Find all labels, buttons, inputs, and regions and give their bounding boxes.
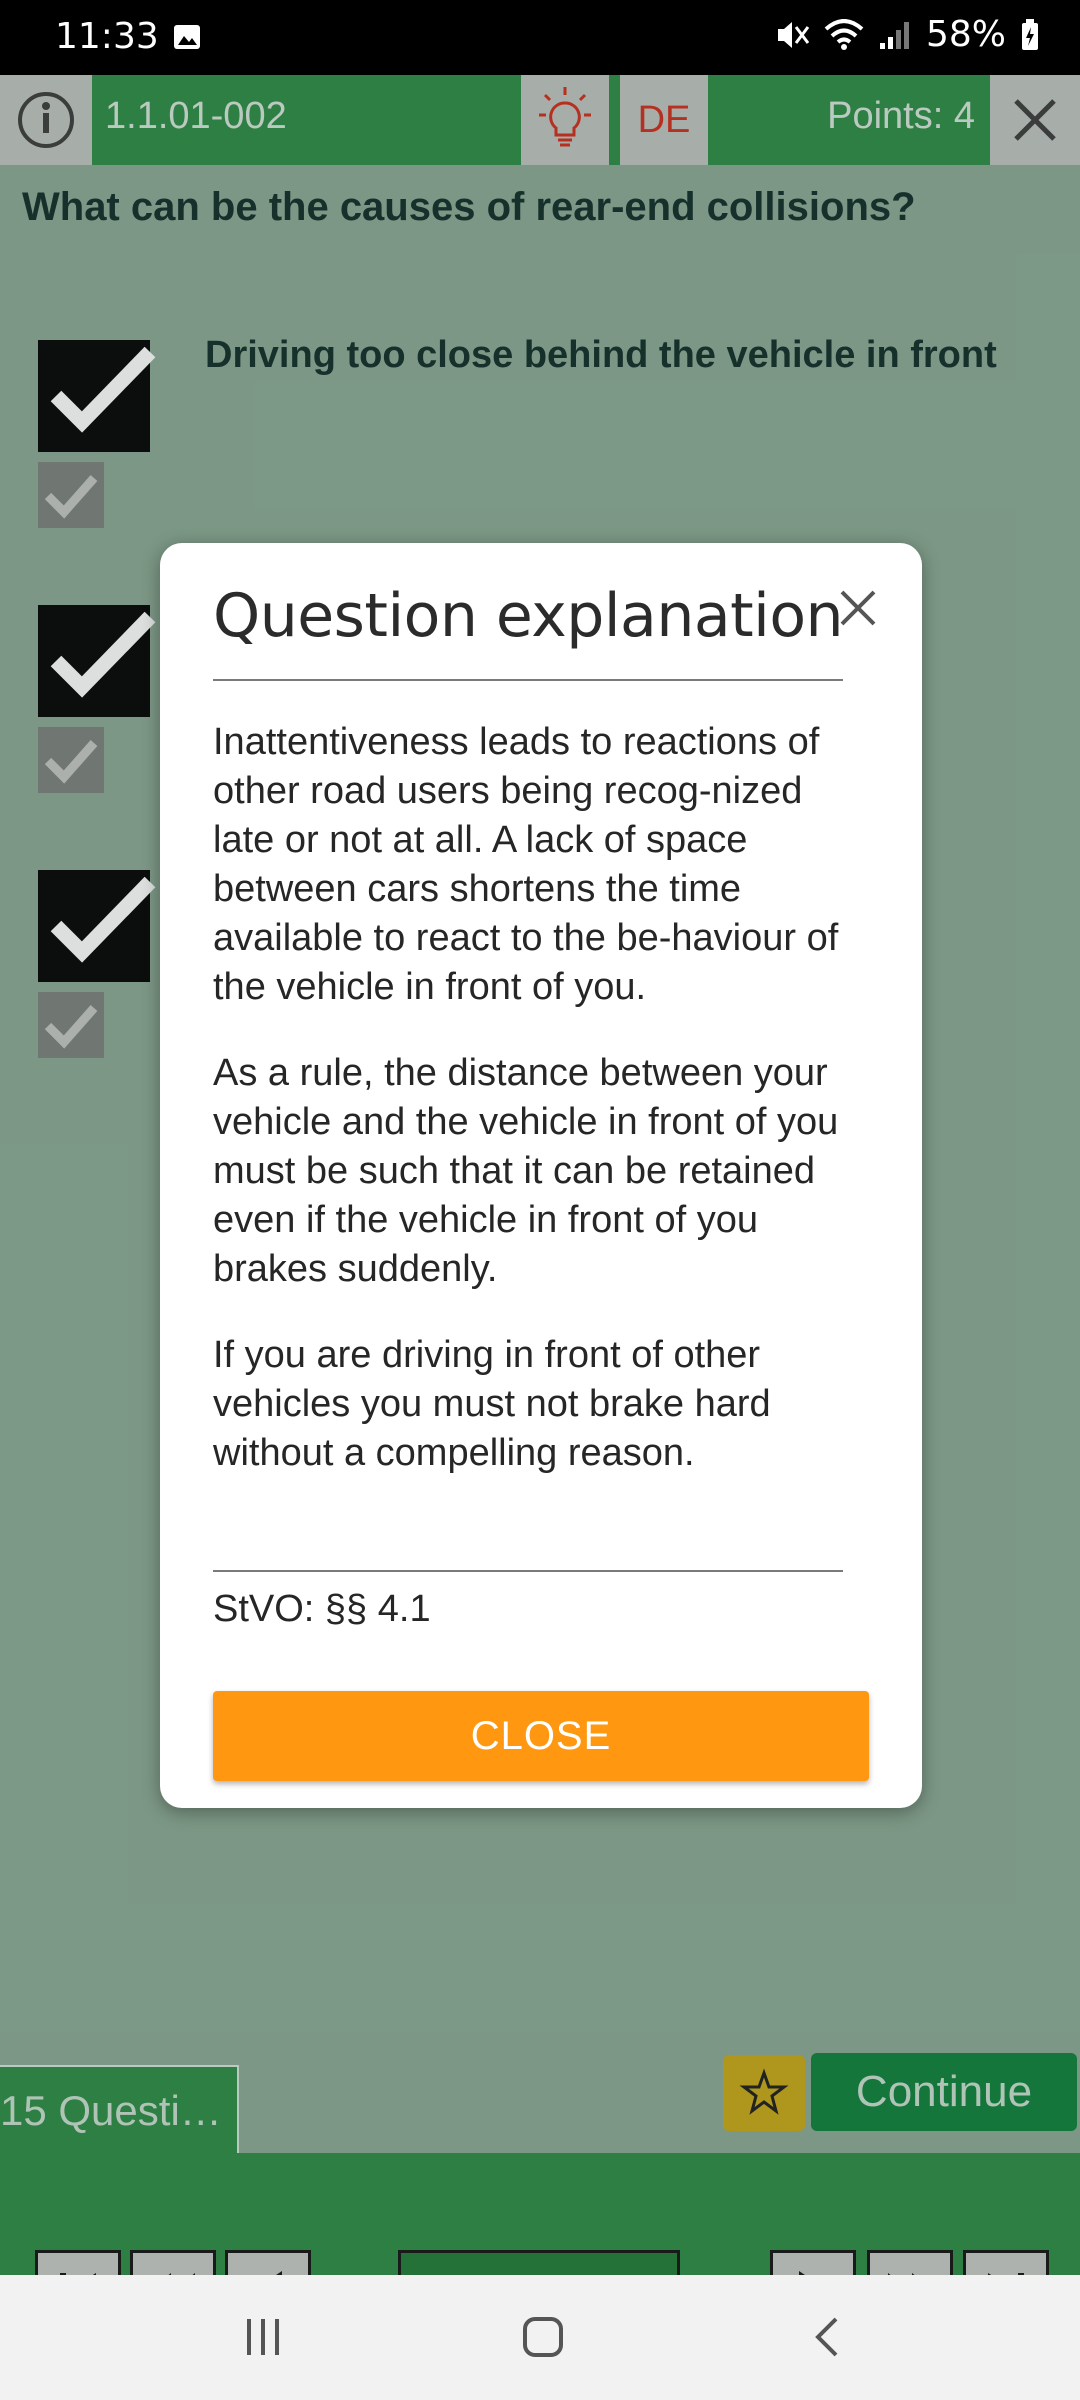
explanation-dialog: Question explanation Inattentiveness lea… [160, 543, 922, 1808]
mute-icon [777, 21, 810, 48]
battery-percent: 58% [925, 14, 1006, 55]
status-time: 11:33 [55, 16, 159, 57]
explanation-body: Inattentiveness leads to reactions of ot… [213, 718, 853, 1515]
close-icon [840, 590, 876, 626]
explanation-paragraph: As a rule, the distance between your veh… [213, 1052, 839, 1290]
divider [213, 1570, 843, 1572]
dialog-close-button[interactable] [828, 578, 888, 638]
image-icon [174, 25, 200, 49]
divider [213, 679, 843, 681]
recent-apps-icon[interactable] [233, 2307, 293, 2367]
back-icon[interactable] [798, 2307, 858, 2367]
law-reference: StVO: §§ 4.1 [213, 1588, 431, 1630]
explanation-paragraph: Inattentiveness leads to reactions of ot… [213, 721, 839, 1008]
signal-icon [879, 21, 909, 49]
explanation-paragraph: If you are driving in front of other veh… [213, 1334, 771, 1474]
system-navigation-bar [0, 2275, 1080, 2400]
dialog-title: Question explanation [213, 581, 844, 651]
battery-charging-icon [1022, 18, 1038, 50]
close-button[interactable]: CLOSE [213, 1691, 869, 1781]
home-icon[interactable] [513, 2307, 573, 2367]
wifi-icon [824, 18, 864, 50]
status-bar: 11:33 58% [0, 0, 1080, 75]
